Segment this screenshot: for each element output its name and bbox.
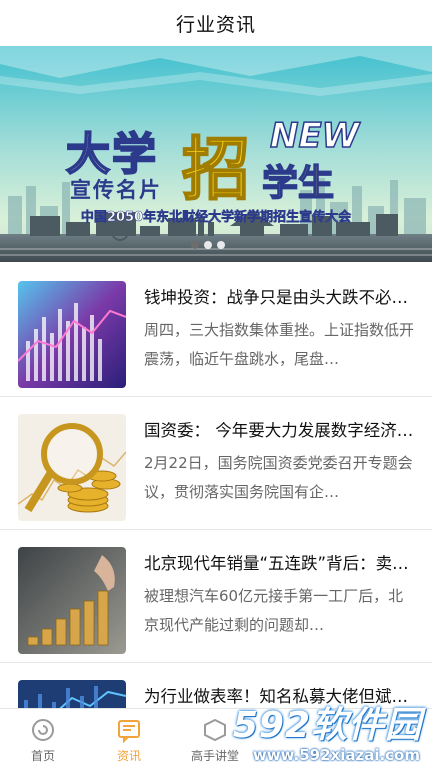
tab-home[interactable]: 首页 <box>0 709 86 768</box>
news-item[interactable]: 钱坤投资：战争只是由头大跌不必惊慌 周四，三大指数集体重挫。上证指数低开震荡，临… <box>0 264 432 397</box>
news-item[interactable]: 国资委： 今年要大力发展数字经济… 2月22日，国务院国资委党委召开专题会议，贯… <box>0 397 432 530</box>
news-title: 钱坤投资：战争只是由头大跌不必惊慌 <box>144 288 414 307</box>
news-thumbnail <box>18 547 126 654</box>
app-header: 行业资讯 <box>0 0 432 46</box>
news-thumbnail <box>18 281 126 388</box>
carousel-dot[interactable] <box>217 241 225 249</box>
page-title: 行业资讯 <box>175 13 256 36</box>
news-summary: 2月22日，国务院国资委党委召开专题会议，贯彻落实国务院国有企… <box>144 454 413 501</box>
banner-subtitle: 中国2050年东北财经大学新学期招生宣传大会 <box>80 210 352 226</box>
banner-headline: 大学 宣传名片 招 NEW 学生 中国2050年东北财经大学新学期招生宣传大会 <box>0 46 432 262</box>
watermark-logo: 592软件园 www.592xiazai.com <box>220 690 432 768</box>
watermark-text: 592软件园 <box>232 705 422 746</box>
news-title: 国资委： 今年要大力发展数字经济… <box>144 421 414 440</box>
watermark-url: www.592xiazai.com <box>252 746 420 764</box>
banner-big-text: 大学 <box>65 128 158 181</box>
banner-zhao-text: 招 <box>181 130 251 211</box>
news-item[interactable]: 北京现代年销量“五连跌”背后：卖… 被理想汽车60亿元接手第一工厂后，北京现代产… <box>0 530 432 663</box>
carousel-dot[interactable] <box>191 241 199 249</box>
banner-carousel[interactable]: 大学 宣传名片 招 NEW 学生 中国2050年东北财经大学新学期招生宣传大会 <box>0 46 432 262</box>
tab-news[interactable]: 资讯 <box>86 709 172 768</box>
news-summary: 被理想汽车60亿元接手第一工厂后，北京现代产能过剩的问题却… <box>144 587 404 634</box>
banner-small-text: 宣传名片 <box>70 178 162 202</box>
news-summary: 周四，三大指数集体重挫。上证指数低开震荡，临近午盘跳水，尾盘… <box>144 321 415 368</box>
tab-label: 首页 <box>30 749 55 763</box>
home-icon <box>32 719 54 741</box>
news-thumbnail <box>18 414 126 521</box>
news-title: 北京现代年销量“五连跌”背后：卖… <box>144 554 409 573</box>
news-icon <box>118 720 140 743</box>
carousel-indicator <box>191 241 225 249</box>
tab-label: 资讯 <box>116 749 141 763</box>
banner-student-text: 学生 <box>261 162 335 205</box>
banner-new-text: NEW <box>269 115 360 157</box>
carousel-dot[interactable] <box>204 241 212 249</box>
